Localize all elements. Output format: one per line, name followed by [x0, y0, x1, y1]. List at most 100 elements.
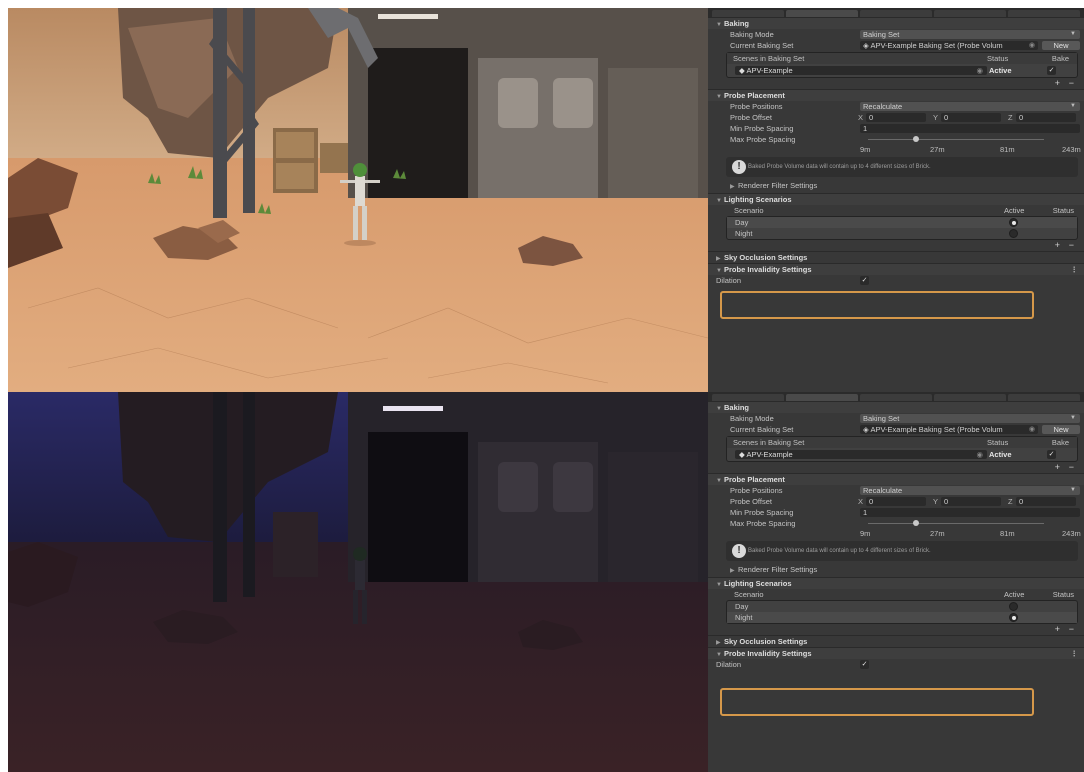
- lighting-inspector-day: ▼ Baking Baking Mode Baking Set ▼ Current…: [708, 8, 1084, 392]
- tab[interactable]: [860, 394, 932, 401]
- foldout-closed-icon: ▶: [730, 184, 735, 190]
- probe-help-box: ! Baked Probe Volume data will contain u…: [726, 157, 1078, 177]
- chevron-down-icon: ▼: [1070, 31, 1076, 37]
- add-icon[interactable]: +: [1055, 624, 1060, 634]
- asset-icon: ◈: [863, 425, 869, 434]
- sky-occlusion-section-header[interactable]: ▶ Sky Occlusion Settings: [708, 251, 1084, 263]
- baking-section-header[interactable]: ▼ Baking: [708, 17, 1084, 29]
- tab[interactable]: [1008, 394, 1080, 401]
- remove-icon[interactable]: −: [1069, 240, 1074, 250]
- scenario-item-day[interactable]: Day: [727, 217, 1077, 228]
- scenario-item-day[interactable]: Day: [727, 601, 1077, 612]
- object-picker-icon[interactable]: ◉: [976, 450, 983, 459]
- lighting-scenarios-section-header[interactable]: ▼ Lighting Scenarios: [708, 577, 1084, 589]
- lighting-scenarios-section-header[interactable]: ▼ Lighting Scenarios: [708, 193, 1084, 205]
- slider-handle[interactable]: [912, 520, 919, 526]
- object-picker-icon[interactable]: ◉: [1029, 425, 1035, 434]
- scene-field[interactable]: ◆ APV-Example ◉: [735, 66, 987, 75]
- dilation-row: Dilation ✓: [716, 660, 869, 669]
- day-comparison: ▼ Baking Baking Mode Baking Set ▼ Current…: [8, 8, 1084, 392]
- baking-set-object-field[interactable]: ◈ APV-Example Baking Set (Probe Volum ◉: [860, 41, 1038, 50]
- baking-mode-dropdown[interactable]: Baking Set ▼: [860, 414, 1080, 423]
- tab[interactable]: [860, 10, 932, 17]
- active-radio-day[interactable]: [1009, 602, 1018, 611]
- tab-active[interactable]: [786, 394, 858, 401]
- tab[interactable]: [934, 394, 1006, 401]
- object-picker-icon[interactable]: ◉: [1029, 41, 1035, 50]
- baking-mode-label: Baking Mode: [730, 30, 774, 39]
- offset-y-field[interactable]: Y0: [933, 113, 1005, 122]
- min-probe-spacing-row: Min Probe Spacing 1: [708, 123, 1084, 134]
- active-radio-night[interactable]: [1009, 613, 1018, 622]
- baking-section-header[interactable]: ▼ Baking: [708, 401, 1084, 413]
- unity-scene-icon: ◆: [739, 66, 745, 75]
- slider-tick-labels: 9m 27m 81m 243m: [860, 145, 1081, 154]
- probe-offset-row: Probe Offset X0 Y0 Z0: [708, 496, 1084, 507]
- probe-invalidity-section-header[interactable]: ▼ Probe Invalidity Settings ⋮: [708, 647, 1084, 659]
- scene-list-item[interactable]: ◆ APV-Example ◉ Active ✓: [727, 64, 1077, 77]
- min-probe-spacing-row: Min Probe Spacing 1: [708, 507, 1084, 518]
- max-probe-spacing-row: Max Probe Spacing: [708, 134, 1084, 145]
- bake-checkbox[interactable]: ✓: [1047, 450, 1056, 459]
- scenario-list-header: Scenario Active Status: [734, 206, 1074, 215]
- probe-positions-dropdown[interactable]: Recalculate ▼: [860, 102, 1080, 111]
- object-picker-icon[interactable]: ◉: [976, 66, 983, 75]
- sky-occlusion-section-header[interactable]: ▶ Sky Occlusion Settings: [708, 635, 1084, 647]
- offset-y-field[interactable]: Y0: [933, 497, 1005, 506]
- new-baking-set-button[interactable]: New: [1042, 41, 1080, 50]
- tab[interactable]: [712, 394, 784, 401]
- min-probe-spacing-field[interactable]: 1: [860, 508, 1080, 517]
- offset-x-field[interactable]: X0: [858, 113, 930, 122]
- scenario-item-night[interactable]: Night: [727, 612, 1077, 623]
- active-radio-day[interactable]: [1009, 218, 1018, 227]
- offset-z-field[interactable]: Z0: [1008, 497, 1080, 506]
- max-probe-spacing-slider[interactable]: [868, 139, 1044, 140]
- baking-set-object-field[interactable]: ◈ APV-Example Baking Set (Probe Volum ◉: [860, 425, 1038, 434]
- baking-mode-dropdown[interactable]: Baking Set ▼: [860, 30, 1080, 39]
- remove-icon[interactable]: −: [1069, 462, 1074, 472]
- night-scene-viewport[interactable]: [8, 392, 708, 772]
- add-icon[interactable]: +: [1055, 78, 1060, 88]
- bake-checkbox[interactable]: ✓: [1047, 66, 1056, 75]
- offset-z-field[interactable]: Z0: [1008, 113, 1080, 122]
- scene-list-item[interactable]: ◆ APV-Example ◉ Active ✓: [727, 448, 1077, 461]
- chevron-down-icon: ▼: [1070, 487, 1076, 493]
- probe-invalidity-section-header[interactable]: ▼ Probe Invalidity Settings ⋮: [708, 263, 1084, 275]
- add-icon[interactable]: +: [1055, 240, 1060, 250]
- max-probe-spacing-slider[interactable]: [868, 523, 1044, 524]
- baking-mode-row: Baking Mode Baking Set ▼: [708, 413, 1084, 424]
- current-baking-set-row: Current Baking Set ◈ APV-Example Baking …: [708, 40, 1084, 51]
- scenario-item-night[interactable]: Night: [727, 228, 1077, 239]
- renderer-filter-foldout[interactable]: ▶ Renderer Filter Settings: [708, 180, 1084, 191]
- new-baking-set-button[interactable]: New: [1042, 425, 1080, 434]
- renderer-filter-foldout[interactable]: ▶ Renderer Filter Settings: [708, 564, 1084, 575]
- add-icon[interactable]: +: [1055, 462, 1060, 472]
- probe-positions-row: Probe Positions Recalculate ▼: [708, 101, 1084, 112]
- offset-x-field[interactable]: X0: [858, 497, 930, 506]
- scenario-list-controls: + −: [708, 624, 1084, 635]
- active-scenario-highlight: [720, 688, 1034, 716]
- chevron-down-icon: ▼: [1070, 415, 1076, 421]
- remove-icon[interactable]: −: [1069, 624, 1074, 634]
- dilation-row: Dilation ✓: [716, 276, 869, 285]
- remove-icon[interactable]: −: [1069, 78, 1074, 88]
- slider-handle[interactable]: [912, 136, 919, 142]
- scenes-list-controls: + −: [708, 78, 1084, 89]
- probe-positions-dropdown[interactable]: Recalculate ▼: [860, 486, 1080, 495]
- scenes-list-header: Scenes in Baking Set Status Bake: [727, 53, 1077, 64]
- foldout-closed-icon: ▶: [730, 568, 735, 574]
- tab[interactable]: [1008, 10, 1080, 17]
- probe-positions-row: Probe Positions Recalculate ▼: [708, 485, 1084, 496]
- probe-placement-section-header[interactable]: ▼ Probe Placement: [708, 89, 1084, 101]
- day-scene-viewport[interactable]: [8, 8, 708, 392]
- tab[interactable]: [712, 10, 784, 17]
- night-scene-render: [8, 392, 708, 772]
- active-radio-night[interactable]: [1009, 229, 1018, 238]
- scene-field[interactable]: ◆ APV-Example ◉: [735, 450, 987, 459]
- dilation-checkbox[interactable]: ✓: [860, 276, 869, 285]
- tab[interactable]: [934, 10, 1006, 17]
- tab-active[interactable]: [786, 10, 858, 17]
- probe-placement-section-header[interactable]: ▼ Probe Placement: [708, 473, 1084, 485]
- min-probe-spacing-field[interactable]: 1: [860, 124, 1080, 133]
- dilation-checkbox[interactable]: ✓: [860, 660, 869, 669]
